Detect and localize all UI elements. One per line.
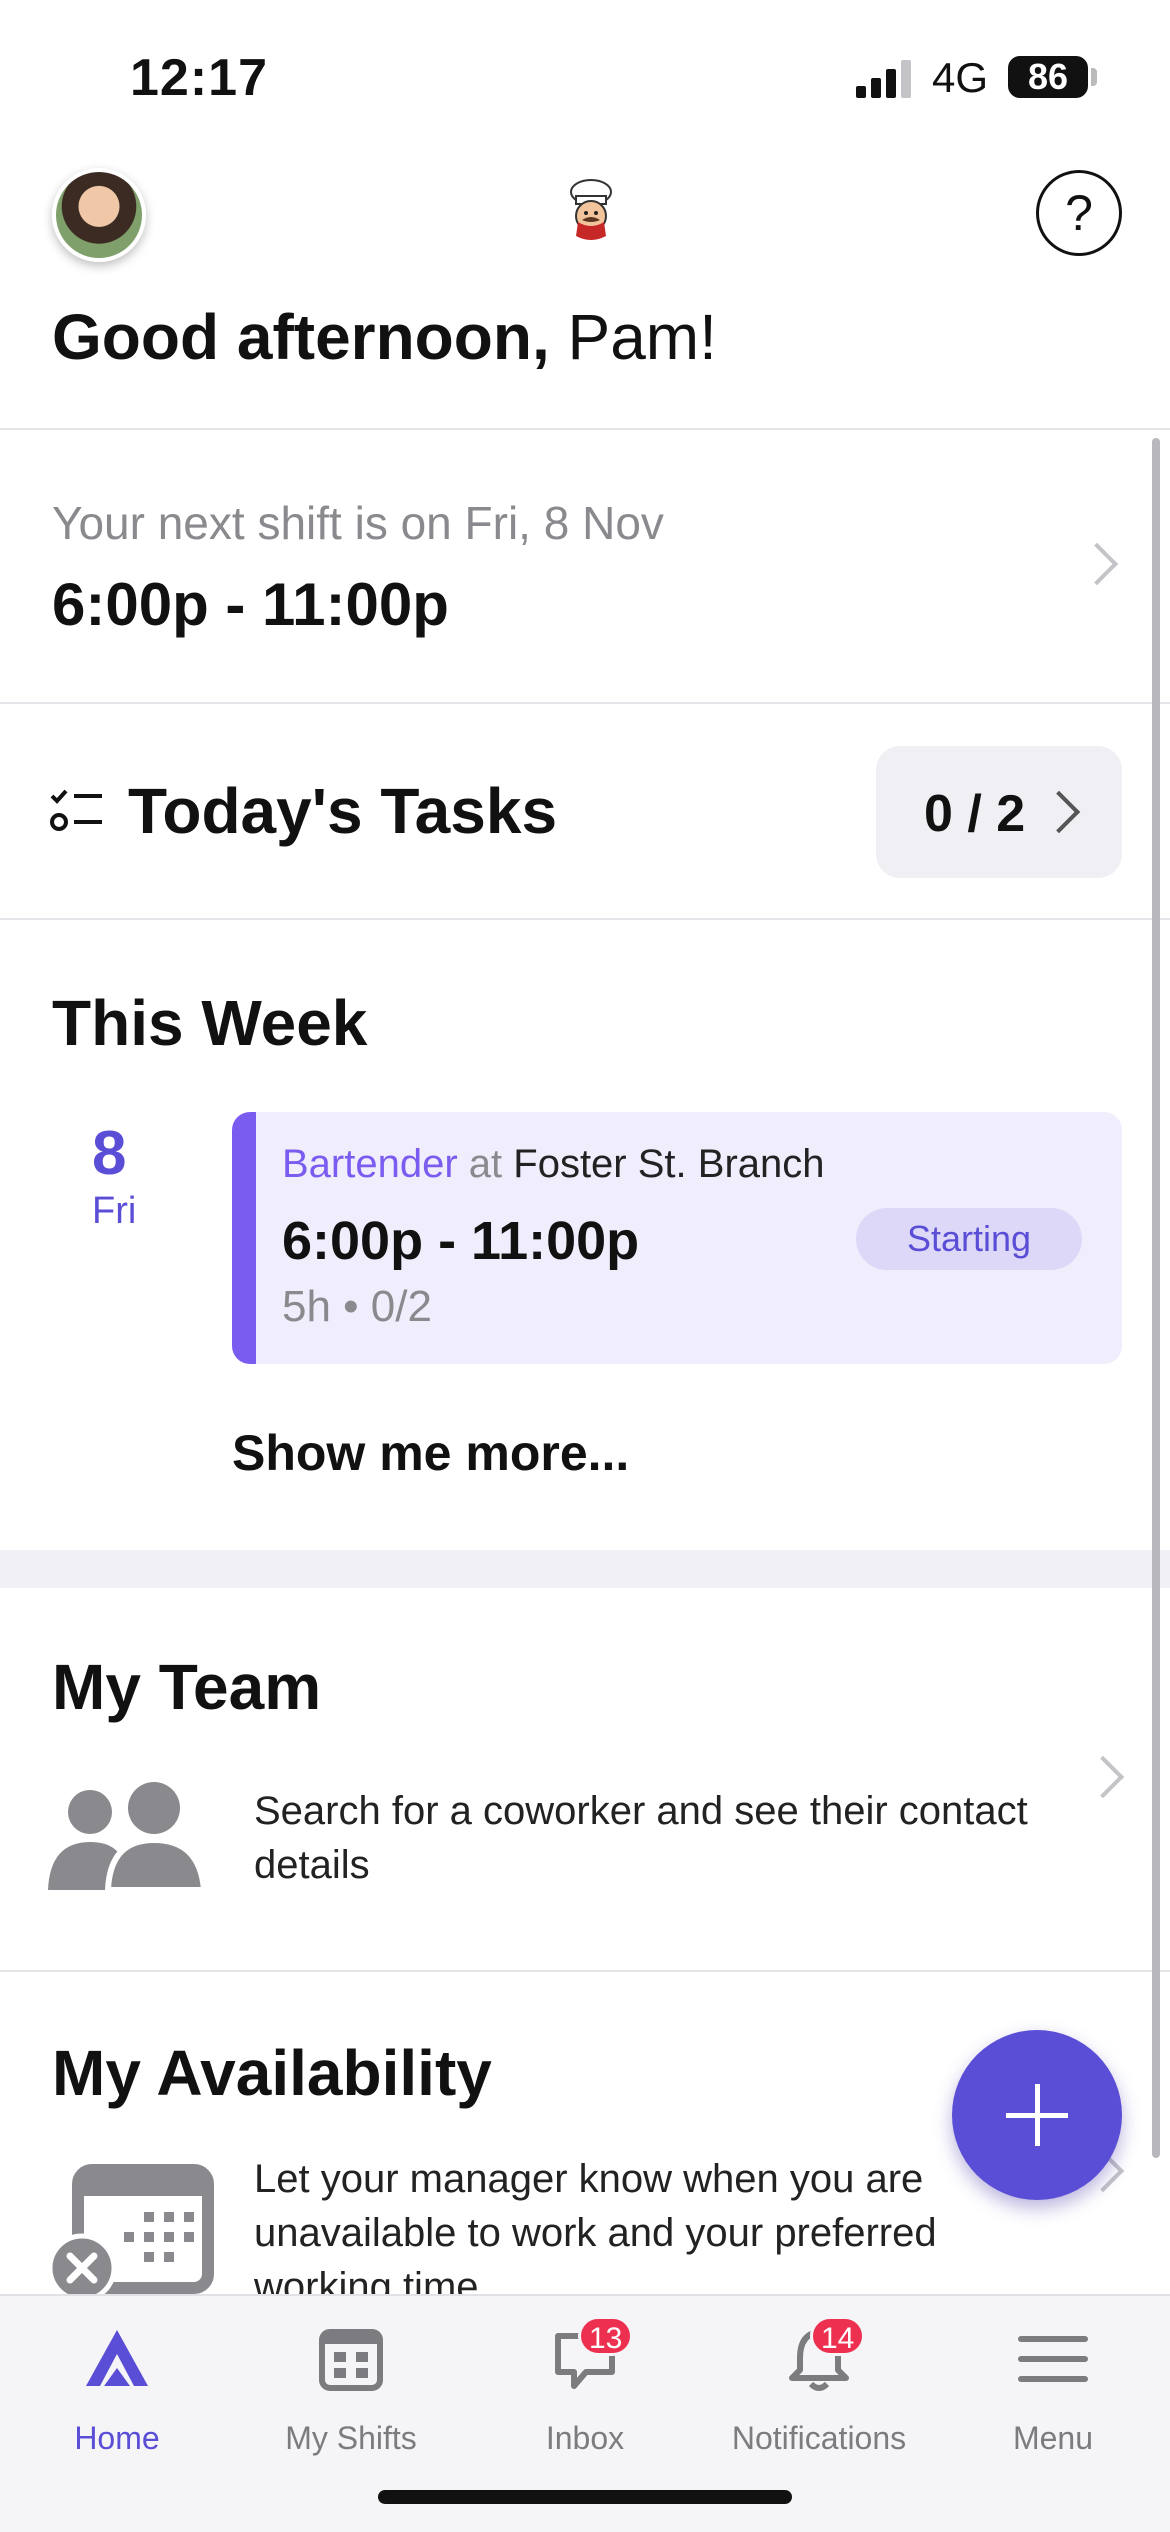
- chef-logo-icon: [570, 179, 612, 240]
- status-time: 12:17: [130, 49, 268, 107]
- people-icon: [48, 1782, 208, 1893]
- shift-card-accent-bar: [232, 1112, 256, 1364]
- battery-icon: 86: [1008, 56, 1088, 98]
- shift-location: Foster St. Branch: [513, 1142, 825, 1186]
- home-icon: [86, 2330, 148, 2386]
- signal-icon: [856, 60, 911, 98]
- section-separator: [0, 1550, 1170, 1588]
- day-name: Fri: [92, 1190, 137, 1232]
- chevron-right-icon: [1081, 1755, 1125, 1799]
- tab-label: Inbox: [545, 2420, 625, 2456]
- shift-role: Bartender: [282, 1142, 458, 1186]
- greeting-text: Good afternoon,: [52, 301, 550, 373]
- tasks-count: 0 / 2: [924, 785, 1026, 843]
- checklist-icon: [50, 789, 102, 831]
- tab-inbox[interactable]: 13 Inbox: [468, 2296, 702, 2476]
- my-availability-title: My Availability: [52, 2037, 492, 2109]
- plus-icon-vertical: [1035, 2084, 1040, 2146]
- hamburger-icon: [1018, 2336, 1088, 2382]
- day-number: 8: [92, 1119, 127, 1188]
- next-shift-time: 6:00p - 11:00p: [52, 571, 449, 638]
- battery-level: 86: [1027, 56, 1069, 97]
- tasks-title: Today's Tasks: [128, 775, 558, 847]
- greeting: Good afternoon, Pam!: [52, 300, 717, 374]
- greeting-name: Pam!: [549, 301, 717, 373]
- divider: [0, 1970, 1170, 1972]
- home-indicator[interactable]: [378, 2490, 792, 2504]
- next-shift-caption: Your next shift is on Fri, 8 Nov: [52, 497, 664, 549]
- this-week-title: This Week: [52, 987, 368, 1059]
- tab-label: My Shifts: [285, 2420, 417, 2456]
- status-bar: 12:17 4G 86: [0, 0, 1170, 150]
- my-team-description: Search for a coworker and see their cont…: [254, 1789, 1028, 1887]
- divider: [0, 428, 1170, 430]
- battery-tip: [1091, 68, 1097, 86]
- inbox-badge: 13: [578, 2316, 634, 2356]
- help-button[interactable]: ?: [1036, 170, 1122, 256]
- shift-card[interactable]: Bartender at Foster St. Branch 6:00p - 1…: [232, 1112, 1122, 1364]
- calendar-unavailable-icon: [48, 2164, 214, 2303]
- tab-menu[interactable]: Menu: [936, 2296, 1170, 2476]
- tab-home[interactable]: Home: [0, 2296, 234, 2476]
- scrollbar[interactable]: [1152, 438, 1160, 2158]
- my-availability-description: Let your manager know when you are unava…: [254, 2157, 937, 2294]
- calendar-icon: [319, 2329, 383, 2391]
- shift-hours: 6:00p - 11:00p: [282, 1211, 640, 1271]
- home-screen: 12:17 4G 86 ? Good afternoon, Pam! Your …: [0, 0, 1170, 2532]
- shift-meta: 5h • 0/2: [282, 1282, 432, 1331]
- network-label: 4G: [932, 54, 989, 101]
- avatar[interactable]: [52, 168, 146, 262]
- notifications-badge: 14: [810, 2316, 866, 2356]
- status-badge: Starting: [856, 1208, 1082, 1270]
- divider: [0, 702, 1170, 704]
- shift-role-line: Bartender at Foster St. Branch: [282, 1142, 825, 1187]
- shift-at: at: [457, 1142, 514, 1186]
- chevron-right-icon: [1075, 542, 1119, 586]
- tasks-count-button[interactable]: 0 / 2: [876, 746, 1122, 878]
- divider: [0, 918, 1170, 920]
- tab-my-shifts[interactable]: My Shifts: [234, 2296, 468, 2476]
- add-button[interactable]: [952, 2030, 1122, 2200]
- tab-label: Menu: [1012, 2420, 1094, 2456]
- my-team-title: My Team: [52, 1651, 322, 1723]
- show-more-link[interactable]: Show me more...: [232, 1424, 629, 1482]
- tab-notifications[interactable]: 14 Notifications: [702, 2296, 936, 2476]
- tab-label: Home: [74, 2420, 160, 2456]
- tab-label: Notifications: [731, 2420, 907, 2456]
- chevron-right-icon: [1037, 790, 1081, 834]
